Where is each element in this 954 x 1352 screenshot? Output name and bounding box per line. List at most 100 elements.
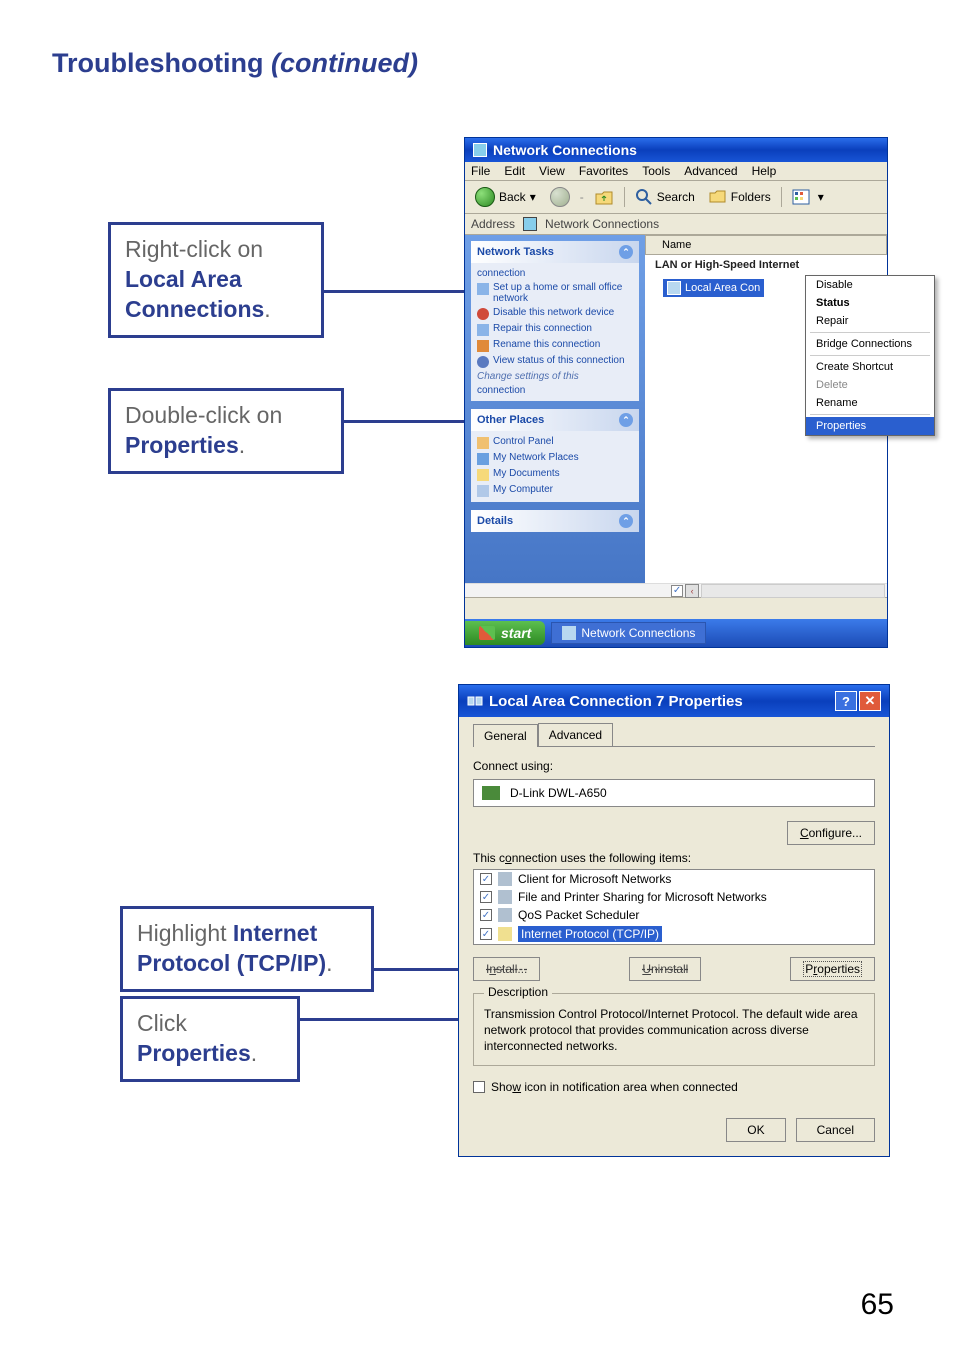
address-value[interactable]: Network Connections bbox=[545, 217, 659, 231]
checkbox[interactable]: ✓ bbox=[480, 928, 492, 940]
address-bar: Address Network Connections bbox=[465, 214, 887, 235]
window-titlebar[interactable]: Network Connections bbox=[465, 138, 887, 162]
menu-help[interactable]: Help bbox=[752, 164, 777, 178]
menu-tools[interactable]: Tools bbox=[642, 164, 670, 178]
search-button[interactable]: Search bbox=[631, 186, 699, 208]
start-button[interactable]: start bbox=[465, 621, 545, 645]
t[interactable]: My Computer bbox=[493, 484, 553, 495]
folders-button[interactable]: Folders bbox=[705, 186, 775, 208]
scroll-left[interactable]: ‹ bbox=[685, 584, 699, 598]
connect-using-label: Connect using: bbox=[473, 759, 875, 773]
show-icon-label: Show icon in notification area when conn… bbox=[491, 1080, 738, 1094]
close-button[interactable]: ✕ bbox=[859, 691, 881, 711]
adapter-name: D-Link DWL-A650 bbox=[510, 786, 607, 800]
views-icon bbox=[792, 188, 814, 206]
connection-icon bbox=[667, 281, 681, 295]
ctx-status[interactable]: Status bbox=[806, 294, 934, 312]
description-text: Transmission Control Protocol/Internet P… bbox=[484, 1006, 864, 1055]
t[interactable]: connection bbox=[477, 268, 525, 279]
taskbar-item[interactable]: Network Connections bbox=[551, 622, 706, 644]
ctx-bridge[interactable]: Bridge Connections bbox=[806, 335, 934, 353]
t[interactable]: connection bbox=[477, 385, 525, 396]
ctx-disable[interactable]: Disable bbox=[806, 276, 934, 294]
panel-head[interactable]: Details⌃ bbox=[471, 510, 639, 532]
t: Right-click on bbox=[125, 236, 263, 262]
window-body: Network Tasks⌃ connection Set up a home … bbox=[465, 235, 887, 583]
fwd-button[interactable] bbox=[546, 185, 574, 209]
items-list[interactable]: ✓Client for Microsoft Networks ✓ File and… bbox=[473, 869, 875, 945]
callout-doubleclick: Double-click on Properties. bbox=[108, 388, 344, 474]
main-area: Name LAN or High-Speed Internet Local Ar… bbox=[645, 235, 887, 583]
t: Network Tasks bbox=[477, 246, 554, 258]
documents-icon bbox=[477, 469, 489, 481]
help-button[interactable]: ? bbox=[835, 691, 857, 711]
ctx-shortcut[interactable]: Create Shortcut bbox=[806, 358, 934, 376]
show-icon-checkbox[interactable] bbox=[473, 1081, 485, 1093]
dialog-footer: OK Cancel bbox=[473, 1118, 875, 1142]
lan-group-label: LAN or High-Speed Internet bbox=[655, 259, 799, 271]
tab-general[interactable]: General bbox=[473, 724, 538, 747]
menu-edit[interactable]: Edit bbox=[504, 164, 525, 178]
ctx-repair[interactable]: Repair bbox=[806, 312, 934, 330]
list-item: ✓Client for Microsoft Networks bbox=[474, 870, 874, 888]
checkbox[interactable]: ✓ bbox=[480, 891, 492, 903]
tcpip-icon bbox=[498, 927, 512, 941]
t: Other Places bbox=[477, 414, 544, 426]
control-panel-icon bbox=[477, 437, 489, 449]
local-area-connection[interactable]: Local Area Con bbox=[663, 279, 764, 297]
t[interactable]: Rename this connection bbox=[493, 339, 600, 350]
install-button[interactable]: Install... bbox=[473, 957, 540, 981]
fwd-icon bbox=[550, 187, 570, 207]
t[interactable]: Disable this network device bbox=[493, 307, 614, 318]
col-header[interactable]: Name bbox=[645, 235, 887, 255]
cancel-button[interactable]: Cancel bbox=[796, 1118, 875, 1142]
checkbox[interactable]: ✓ bbox=[480, 873, 492, 885]
ctx-properties[interactable]: Properties bbox=[806, 417, 934, 435]
menu-view[interactable]: View bbox=[539, 164, 565, 178]
menu-favorites[interactable]: Favorites bbox=[579, 164, 628, 178]
network-icon bbox=[562, 626, 576, 640]
t[interactable]: Set up a home or small office network bbox=[493, 282, 633, 304]
ctx-rename[interactable]: Rename bbox=[806, 394, 934, 412]
t[interactable]: Internet Protocol (TCP/IP) bbox=[518, 926, 662, 942]
t: Search bbox=[657, 190, 695, 204]
t: Click bbox=[137, 1010, 187, 1036]
statusbar bbox=[465, 597, 887, 619]
qos-icon bbox=[498, 908, 512, 922]
t[interactable]: My Network Places bbox=[493, 452, 579, 463]
menubar: File Edit View Favorites Tools Advanced … bbox=[465, 162, 887, 181]
network-tasks-panel: Network Tasks⌃ connection Set up a home … bbox=[471, 241, 639, 401]
properties-dialog: Local Area Connection 7 Properties ? ✕ G… bbox=[458, 684, 890, 1157]
t[interactable]: Change settings of this bbox=[477, 371, 579, 382]
menu-advanced[interactable]: Advanced bbox=[684, 164, 737, 178]
t[interactable]: Control Panel bbox=[493, 436, 554, 447]
sidebar: Network Tasks⌃ connection Set up a home … bbox=[465, 235, 645, 583]
tab-advanced[interactable]: Advanced bbox=[538, 723, 613, 746]
scroll-check[interactable]: ✓ bbox=[671, 585, 683, 597]
t: File and Printer Sharing for Microsoft N… bbox=[518, 890, 767, 904]
checkbox[interactable]: ✓ bbox=[480, 909, 492, 921]
t[interactable]: Repair this connection bbox=[493, 323, 592, 334]
properties-button[interactable]: Properties bbox=[790, 957, 875, 981]
list-item-tcpip: ✓ Internet Protocol (TCP/IP) bbox=[474, 924, 874, 944]
menu-file[interactable]: File bbox=[471, 164, 490, 178]
t[interactable]: View status of this connection bbox=[493, 355, 625, 366]
configure-button[interactable]: Configure... bbox=[787, 821, 875, 845]
wizard-icon bbox=[477, 283, 489, 295]
t: Properties bbox=[137, 1040, 251, 1066]
t: Network Connections bbox=[581, 626, 695, 640]
ok-button[interactable]: OK bbox=[726, 1118, 785, 1142]
panel-head[interactable]: Other Places⌃ bbox=[471, 409, 639, 431]
panel-head[interactable]: Network Tasks⌃ bbox=[471, 241, 639, 263]
context-menu: Disable Status Repair Bridge Connections… bbox=[805, 275, 935, 436]
uninstall-button[interactable]: Uninstall bbox=[629, 957, 701, 981]
tab-strip: General Advanced bbox=[473, 723, 875, 747]
views-button[interactable]: ▾ bbox=[788, 186, 828, 208]
dialog-titlebar[interactable]: Local Area Connection 7 Properties ? ✕ bbox=[459, 685, 889, 717]
network-connections-window: Network Connections File Edit View Favor… bbox=[464, 137, 888, 648]
adapter-box: D-Link DWL-A650 bbox=[473, 779, 875, 807]
callout-highlight: Highlight Internet Protocol (TCP/IP). bbox=[120, 906, 374, 992]
up-button[interactable] bbox=[590, 185, 618, 209]
t[interactable]: My Documents bbox=[493, 468, 560, 479]
back-button[interactable]: Back ▾ bbox=[471, 185, 540, 209]
